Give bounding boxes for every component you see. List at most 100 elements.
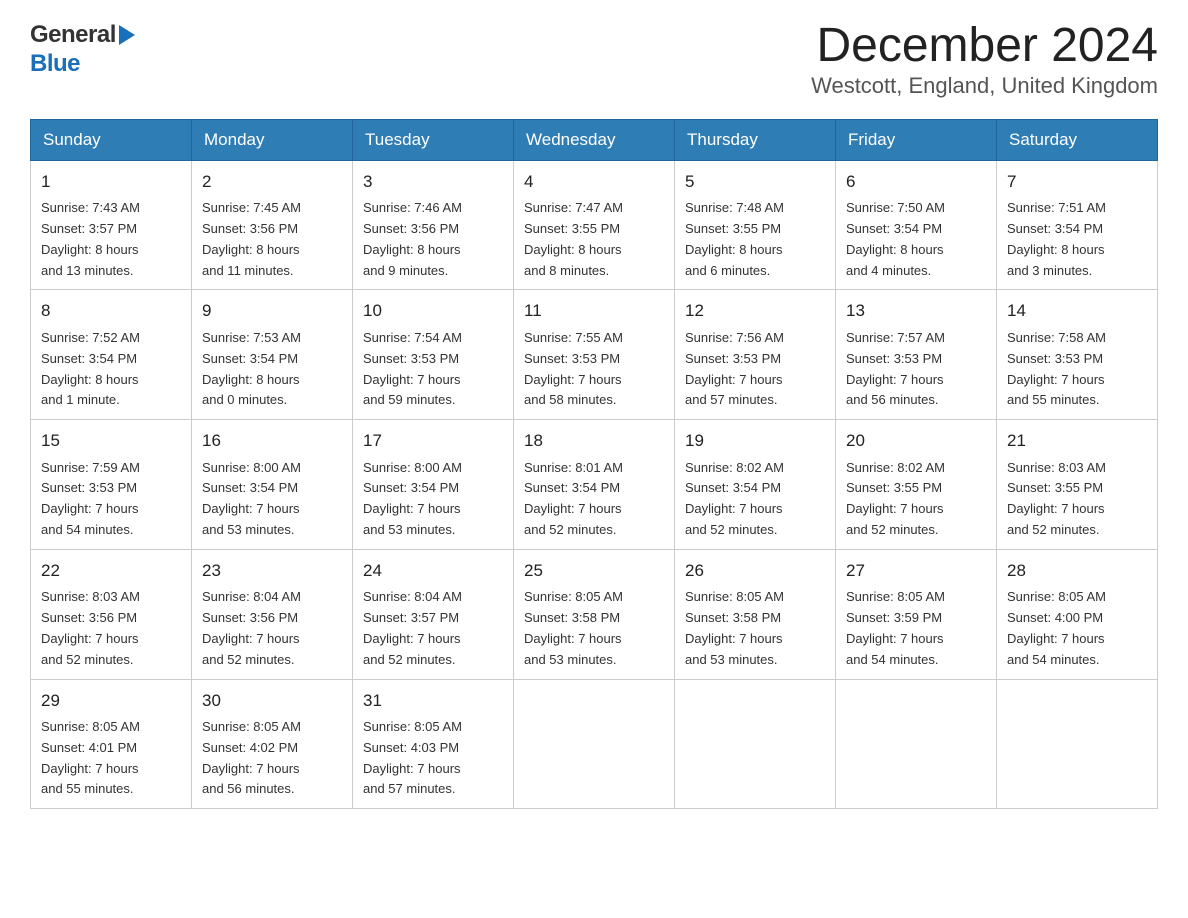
day-info: Sunrise: 8:00 AM Sunset: 3:54 PM Dayligh… <box>202 460 301 537</box>
day-number: 2 <box>202 169 342 195</box>
calendar-header: SundayMondayTuesdayWednesdayThursdayFrid… <box>31 119 1158 160</box>
day-info: Sunrise: 8:05 AM Sunset: 4:01 PM Dayligh… <box>41 719 140 796</box>
calendar-cell: 24 Sunrise: 8:04 AM Sunset: 3:57 PM Dayl… <box>353 549 514 679</box>
logo-blue-text: Blue <box>30 50 80 77</box>
calendar-cell: 16 Sunrise: 8:00 AM Sunset: 3:54 PM Dayl… <box>192 420 353 550</box>
calendar-cell: 27 Sunrise: 8:05 AM Sunset: 3:59 PM Dayl… <box>836 549 997 679</box>
calendar-cell: 4 Sunrise: 7:47 AM Sunset: 3:55 PM Dayli… <box>514 160 675 290</box>
calendar-cell: 28 Sunrise: 8:05 AM Sunset: 4:00 PM Dayl… <box>997 549 1158 679</box>
calendar-body: 1 Sunrise: 7:43 AM Sunset: 3:57 PM Dayli… <box>31 160 1158 808</box>
day-info: Sunrise: 8:04 AM Sunset: 3:56 PM Dayligh… <box>202 589 301 666</box>
day-info: Sunrise: 7:45 AM Sunset: 3:56 PM Dayligh… <box>202 200 301 277</box>
day-number: 13 <box>846 298 986 324</box>
calendar-week-row: 1 Sunrise: 7:43 AM Sunset: 3:57 PM Dayli… <box>31 160 1158 290</box>
calendar-cell: 3 Sunrise: 7:46 AM Sunset: 3:56 PM Dayli… <box>353 160 514 290</box>
calendar-cell <box>514 679 675 809</box>
day-info: Sunrise: 7:58 AM Sunset: 3:53 PM Dayligh… <box>1007 330 1106 407</box>
day-number: 29 <box>41 688 181 714</box>
day-info: Sunrise: 8:05 AM Sunset: 3:59 PM Dayligh… <box>846 589 945 666</box>
day-info: Sunrise: 8:05 AM Sunset: 4:00 PM Dayligh… <box>1007 589 1106 666</box>
calendar-cell: 10 Sunrise: 7:54 AM Sunset: 3:53 PM Dayl… <box>353 290 514 420</box>
day-number: 20 <box>846 428 986 454</box>
day-info: Sunrise: 8:03 AM Sunset: 3:55 PM Dayligh… <box>1007 460 1106 537</box>
logo-arrow-icon <box>119 25 135 50</box>
calendar-cell: 13 Sunrise: 7:57 AM Sunset: 3:53 PM Dayl… <box>836 290 997 420</box>
day-number: 12 <box>685 298 825 324</box>
weekday-header-monday: Monday <box>192 119 353 160</box>
day-info: Sunrise: 8:05 AM Sunset: 4:03 PM Dayligh… <box>363 719 462 796</box>
page-header: General Blue December 2024 Westcott, Eng… <box>30 20 1158 99</box>
day-number: 21 <box>1007 428 1147 454</box>
calendar-cell: 20 Sunrise: 8:02 AM Sunset: 3:55 PM Dayl… <box>836 420 997 550</box>
day-info: Sunrise: 7:46 AM Sunset: 3:56 PM Dayligh… <box>363 200 462 277</box>
day-number: 5 <box>685 169 825 195</box>
day-info: Sunrise: 8:00 AM Sunset: 3:54 PM Dayligh… <box>363 460 462 537</box>
logo-general-text: General <box>30 21 116 49</box>
calendar-cell: 12 Sunrise: 7:56 AM Sunset: 3:53 PM Dayl… <box>675 290 836 420</box>
day-info: Sunrise: 8:05 AM Sunset: 3:58 PM Dayligh… <box>685 589 784 666</box>
day-number: 11 <box>524 298 664 324</box>
calendar-cell <box>675 679 836 809</box>
day-info: Sunrise: 7:50 AM Sunset: 3:54 PM Dayligh… <box>846 200 945 277</box>
calendar-table: SundayMondayTuesdayWednesdayThursdayFrid… <box>30 119 1158 809</box>
day-info: Sunrise: 7:43 AM Sunset: 3:57 PM Dayligh… <box>41 200 140 277</box>
calendar-cell: 18 Sunrise: 8:01 AM Sunset: 3:54 PM Dayl… <box>514 420 675 550</box>
calendar-cell <box>997 679 1158 809</box>
day-number: 24 <box>363 558 503 584</box>
day-number: 28 <box>1007 558 1147 584</box>
logo-icon: General Blue <box>30 20 135 78</box>
calendar-cell: 23 Sunrise: 8:04 AM Sunset: 3:56 PM Dayl… <box>192 549 353 679</box>
day-info: Sunrise: 7:48 AM Sunset: 3:55 PM Dayligh… <box>685 200 784 277</box>
day-number: 30 <box>202 688 342 714</box>
calendar-cell: 17 Sunrise: 8:00 AM Sunset: 3:54 PM Dayl… <box>353 420 514 550</box>
calendar-week-row: 8 Sunrise: 7:52 AM Sunset: 3:54 PM Dayli… <box>31 290 1158 420</box>
calendar-week-row: 22 Sunrise: 8:03 AM Sunset: 3:56 PM Dayl… <box>31 549 1158 679</box>
weekday-header-tuesday: Tuesday <box>353 119 514 160</box>
day-number: 16 <box>202 428 342 454</box>
weekday-header-friday: Friday <box>836 119 997 160</box>
day-info: Sunrise: 7:52 AM Sunset: 3:54 PM Dayligh… <box>41 330 140 407</box>
weekday-header-thursday: Thursday <box>675 119 836 160</box>
day-number: 25 <box>524 558 664 584</box>
day-info: Sunrise: 8:02 AM Sunset: 3:54 PM Dayligh… <box>685 460 784 537</box>
day-number: 8 <box>41 298 181 324</box>
calendar-week-row: 29 Sunrise: 8:05 AM Sunset: 4:01 PM Dayl… <box>31 679 1158 809</box>
day-number: 9 <box>202 298 342 324</box>
day-number: 4 <box>524 169 664 195</box>
calendar-cell: 11 Sunrise: 7:55 AM Sunset: 3:53 PM Dayl… <box>514 290 675 420</box>
weekday-header-wednesday: Wednesday <box>514 119 675 160</box>
day-info: Sunrise: 8:04 AM Sunset: 3:57 PM Dayligh… <box>363 589 462 666</box>
calendar-cell: 14 Sunrise: 7:58 AM Sunset: 3:53 PM Dayl… <box>997 290 1158 420</box>
day-info: Sunrise: 7:47 AM Sunset: 3:55 PM Dayligh… <box>524 200 623 277</box>
calendar-cell: 6 Sunrise: 7:50 AM Sunset: 3:54 PM Dayli… <box>836 160 997 290</box>
calendar-cell: 22 Sunrise: 8:03 AM Sunset: 3:56 PM Dayl… <box>31 549 192 679</box>
weekday-header-sunday: Sunday <box>31 119 192 160</box>
calendar-cell: 26 Sunrise: 8:05 AM Sunset: 3:58 PM Dayl… <box>675 549 836 679</box>
day-number: 14 <box>1007 298 1147 324</box>
day-number: 1 <box>41 169 181 195</box>
day-number: 22 <box>41 558 181 584</box>
calendar-cell: 2 Sunrise: 7:45 AM Sunset: 3:56 PM Dayli… <box>192 160 353 290</box>
day-number: 3 <box>363 169 503 195</box>
day-info: Sunrise: 8:05 AM Sunset: 4:02 PM Dayligh… <box>202 719 301 796</box>
day-info: Sunrise: 8:03 AM Sunset: 3:56 PM Dayligh… <box>41 589 140 666</box>
calendar-week-row: 15 Sunrise: 7:59 AM Sunset: 3:53 PM Dayl… <box>31 420 1158 550</box>
logo: General Blue <box>30 20 135 78</box>
day-number: 27 <box>846 558 986 584</box>
day-info: Sunrise: 8:01 AM Sunset: 3:54 PM Dayligh… <box>524 460 623 537</box>
month-title: December 2024 <box>811 20 1158 73</box>
calendar-cell: 21 Sunrise: 8:03 AM Sunset: 3:55 PM Dayl… <box>997 420 1158 550</box>
calendar-cell <box>836 679 997 809</box>
day-number: 15 <box>41 428 181 454</box>
calendar-cell: 31 Sunrise: 8:05 AM Sunset: 4:03 PM Dayl… <box>353 679 514 809</box>
day-info: Sunrise: 7:56 AM Sunset: 3:53 PM Dayligh… <box>685 330 784 407</box>
calendar-cell: 29 Sunrise: 8:05 AM Sunset: 4:01 PM Dayl… <box>31 679 192 809</box>
calendar-cell: 9 Sunrise: 7:53 AM Sunset: 3:54 PM Dayli… <box>192 290 353 420</box>
day-number: 18 <box>524 428 664 454</box>
calendar-cell: 7 Sunrise: 7:51 AM Sunset: 3:54 PM Dayli… <box>997 160 1158 290</box>
day-info: Sunrise: 8:05 AM Sunset: 3:58 PM Dayligh… <box>524 589 623 666</box>
day-number: 26 <box>685 558 825 584</box>
title-area: December 2024 Westcott, England, United … <box>811 20 1158 99</box>
calendar-cell: 8 Sunrise: 7:52 AM Sunset: 3:54 PM Dayli… <box>31 290 192 420</box>
day-info: Sunrise: 7:54 AM Sunset: 3:53 PM Dayligh… <box>363 330 462 407</box>
